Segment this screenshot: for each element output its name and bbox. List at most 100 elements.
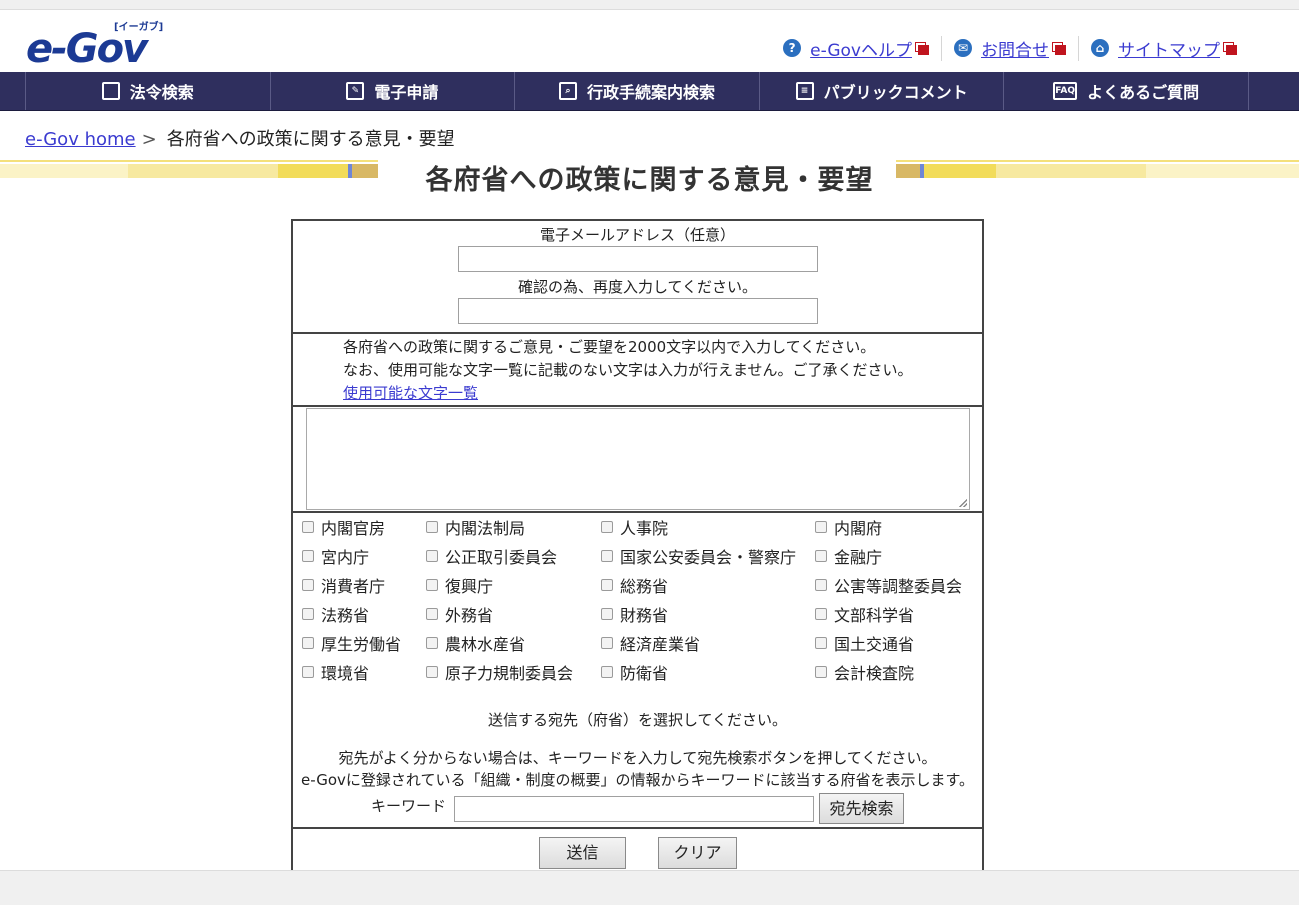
email-label: 電子メールアドレス（任意） [539, 226, 735, 244]
ministry-checkbox[interactable] [601, 608, 613, 620]
ministry-checkbox-item[interactable]: 文部科学省 [815, 602, 914, 626]
email-input[interactable] [457, 246, 818, 272]
clear-button[interactable]: クリア [658, 837, 737, 869]
ministry-checkbox[interactable] [426, 666, 438, 678]
external-link-icon [1055, 45, 1066, 55]
ministry-checkbox[interactable] [815, 521, 827, 533]
ministry-checkbox[interactable] [815, 579, 827, 591]
ministry-checkbox-item[interactable]: 国家公安委員会・警察庁 [601, 544, 796, 568]
book-icon [101, 82, 120, 100]
destination-search-button[interactable]: 宛先検索 [819, 793, 904, 824]
ministry-checkbox[interactable] [302, 579, 314, 591]
ministry-checkbox-item[interactable]: 総務省 [601, 573, 668, 597]
nav-label: 電子申請 [374, 83, 439, 102]
ministry-checkbox-item[interactable]: 厚生労働省 [302, 631, 401, 655]
ministry-checkbox[interactable] [815, 608, 827, 620]
nav-item-public-comment[interactable]: ≡ パブリックコメント [760, 72, 1005, 110]
ministry-checkbox[interactable] [601, 550, 613, 562]
ministry-label: 復興庁 [445, 577, 494, 596]
note-line-1: 各府省への政策に関するご意見・ご要望を2000文字以内で入力してください。 [343, 338, 876, 356]
keyword-help-line-1: 宛先がよく分からない場合は、キーワードを入力して宛先検索ボタンを押してください。 [338, 749, 937, 767]
ministry-checkbox-item[interactable]: 財務省 [601, 602, 668, 626]
ministry-section: 内閣官房 内閣法制局 人事院 内閣府宮内庁 公正取引委員会 国家公安委員会・警察庁 金融庁消… [293, 513, 982, 829]
page-title: 各府省への政策に関する意見・要望 [425, 165, 874, 196]
window-bottom-bar [0, 870, 1299, 905]
egov-logo[interactable]: e-Gov [イーガブ] [26, 16, 172, 72]
question-icon: ? [783, 39, 802, 57]
contact-link[interactable]: お問合せ [981, 36, 1049, 61]
ministry-checkbox-item[interactable]: 防衛省 [601, 660, 668, 684]
keyword-input[interactable] [454, 796, 814, 822]
ministry-label: 経済産業省 [620, 635, 701, 654]
ministry-checkbox[interactable] [302, 637, 314, 649]
ministry-checkbox-item[interactable]: 外務省 [426, 602, 493, 626]
ministry-checkbox-item[interactable]: 消費者庁 [302, 573, 385, 597]
ministry-checkbox[interactable] [302, 521, 314, 533]
ministry-checkbox[interactable] [815, 637, 827, 649]
ministry-label: 国家公安委員会・警察庁 [620, 548, 797, 567]
nav-label: 法令検索 [129, 83, 194, 102]
confirm-email-input[interactable] [457, 298, 818, 324]
ministry-checkbox-item[interactable]: 環境省 [302, 660, 369, 684]
email-section: 電子メールアドレス（任意） 確認の為、再度入力してください。 [293, 221, 982, 334]
ministry-checkbox[interactable] [815, 550, 827, 562]
help-link[interactable]: e-Govヘルプ [810, 36, 912, 61]
ministry-checkbox-item[interactable]: 内閣法制局 [426, 515, 525, 539]
ministry-checkbox-item[interactable]: 公害等調整委員会 [815, 573, 962, 597]
ministry-label: 会計検査院 [834, 664, 915, 683]
ministry-checkbox[interactable] [815, 666, 827, 678]
resize-grip-icon[interactable] [959, 499, 967, 507]
keyword-help-line-2: e-Govに登録されている「組織・制度の概要」の情報からキーワードに該当する府省… [301, 771, 974, 789]
sitemap-link-group: ⌂ サイトマップ [1078, 35, 1249, 61]
ministry-label: 文部科学省 [834, 606, 915, 625]
ministry-checkbox[interactable] [601, 579, 613, 591]
ministry-checkbox[interactable] [601, 666, 613, 678]
ministry-checkbox-item[interactable]: 公正取引委員会 [426, 544, 557, 568]
ministry-checkbox-item[interactable]: 人事院 [601, 515, 668, 539]
ministry-checkbox-item[interactable]: 国土交通省 [815, 631, 914, 655]
ministry-checkbox-item[interactable]: 内閣府 [815, 515, 882, 539]
nav-label: よくあるご質問 [1087, 83, 1200, 102]
nav-item-procedure-search[interactable]: ⌕ 行政手続案内検索 [515, 72, 760, 110]
sitemap-link[interactable]: サイトマップ [1118, 36, 1220, 61]
nav-label: パブリックコメント [823, 83, 968, 102]
ministry-label: 宮内庁 [321, 548, 370, 567]
ministry-checkbox-item[interactable]: 法務省 [302, 602, 369, 626]
header-links: ? e-Govヘルプ ✉ お問合せ ⌂ サイトマップ [771, 35, 1249, 61]
confirm-email-label: 確認の為、再度入力してください。 [517, 278, 758, 296]
opinion-textarea[interactable] [306, 408, 970, 510]
ministry-checkbox[interactable] [302, 666, 314, 678]
ministry-checkbox[interactable] [426, 608, 438, 620]
ministry-checkbox-item[interactable]: 原子力規制委員会 [426, 660, 573, 684]
ministry-checkbox-item[interactable]: 内閣官房 [302, 515, 385, 539]
ministry-checkbox-item[interactable]: 復興庁 [426, 573, 493, 597]
ministry-checkbox-item[interactable]: 宮内庁 [302, 544, 369, 568]
ministry-checkbox-item[interactable]: 金融庁 [815, 544, 882, 568]
breadcrumb-home-link[interactable]: e-Gov home [25, 129, 136, 150]
ministry-checkbox[interactable] [426, 637, 438, 649]
ministry-checkbox[interactable] [426, 579, 438, 591]
ministry-checkbox[interactable] [426, 521, 438, 533]
nav-item-law-search[interactable]: 法令検索 [25, 72, 271, 110]
ministry-label: 環境省 [321, 664, 370, 683]
ministry-checkbox[interactable] [302, 608, 314, 620]
ministry-checkbox[interactable] [426, 550, 438, 562]
nav-item-e-application[interactable]: ✎ 電子申請 [271, 72, 516, 110]
ministry-label: 総務省 [620, 577, 669, 596]
ministry-checkbox-item[interactable]: 会計検査院 [815, 660, 914, 684]
ministry-label: 内閣官房 [321, 519, 386, 538]
ministry-label: 内閣府 [834, 519, 883, 538]
faq-icon: FAQ [1053, 82, 1078, 100]
ministry-checkbox[interactable] [601, 521, 613, 533]
ministry-checkbox[interactable] [302, 550, 314, 562]
input-note: 各府省への政策に関するご意見・ご要望を2000文字以内で入力してください。 なお… [293, 334, 982, 405]
pen-icon: ✎ [346, 82, 365, 100]
ministry-checkbox[interactable] [601, 637, 613, 649]
nav-item-faq[interactable]: FAQ よくあるご質問 [1004, 72, 1249, 110]
keyword-label: キーワード [371, 797, 447, 815]
help-link-group: ? e-Govヘルプ [771, 36, 941, 61]
ministry-checkbox-item[interactable]: 経済産業省 [601, 631, 700, 655]
ministry-checkbox-item[interactable]: 農林水産省 [426, 631, 525, 655]
submit-button[interactable]: 送信 [539, 837, 626, 869]
allowed-characters-link[interactable]: 使用可能な文字一覧 [343, 384, 478, 402]
